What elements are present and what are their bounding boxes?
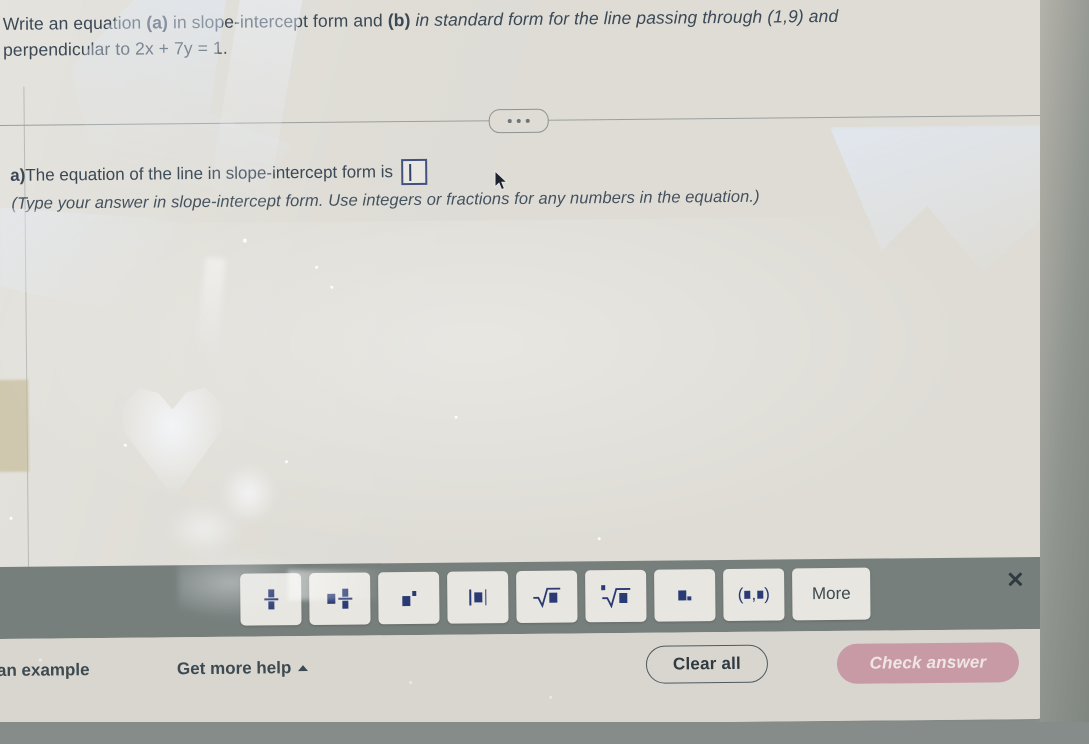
part-a-prompt: a) The equation of the line in slope-int…	[10, 158, 428, 189]
section-divider	[0, 104, 1046, 136]
screen-glare-blob-1	[219, 462, 278, 525]
square-root-icon	[532, 586, 562, 608]
absolute-value-icon	[469, 589, 487, 606]
homework-question-panel: Write an equation (a) in slope-intercept…	[0, 0, 1052, 730]
clear-all-button[interactable]: Clear all	[645, 644, 769, 684]
question-line2: perpendicular to 2x + 7y = 1.	[2, 37, 228, 60]
part-a-label: a)	[10, 165, 26, 185]
question-line1-mid: in slope-intercept form and	[167, 10, 388, 33]
screen-glare-streak	[195, 257, 226, 369]
keypad-fraction-button[interactable]	[240, 573, 302, 626]
get-more-help-link[interactable]: Get more help	[176, 658, 309, 679]
keypad-square-root-button[interactable]	[516, 570, 578, 624]
question-line1-post: in standard form for the line passing th…	[410, 5, 839, 31]
keypad-nth-root-button[interactable]	[585, 569, 647, 623]
keypad-subscript-button[interactable]	[654, 569, 716, 622]
view-an-example-link[interactable]: w an example	[0, 660, 90, 681]
desk-right-gutter	[1040, 0, 1089, 744]
keypad-more-button[interactable]: More	[792, 567, 871, 621]
desk-bottom-gutter	[0, 722, 1089, 744]
screen-glare-right	[830, 125, 1062, 327]
dot-1-icon	[507, 119, 512, 124]
question-line1-pre: Write an equation	[2, 12, 147, 34]
close-keypad-icon[interactable]: ✕	[1006, 567, 1025, 592]
screen-glare-heart-shape	[114, 378, 231, 499]
screen-glare-wash	[0, 214, 1051, 586]
keypad-ordered-pair-button[interactable]: (,)	[723, 568, 785, 622]
get-more-help-label: Get more help	[176, 658, 292, 679]
mixed-number-icon	[327, 588, 353, 609]
fraction-icon	[263, 589, 278, 610]
keypad-mixed-number-button[interactable]	[309, 572, 371, 626]
answer-format-hint: (Type your answer in slope-intercept for…	[11, 187, 760, 213]
subscript-icon	[678, 590, 692, 601]
text-caret	[408, 164, 412, 182]
math-keypad-band: (,) More	[0, 556, 1051, 640]
nth-root-icon	[600, 584, 632, 609]
exponent-icon	[401, 590, 416, 606]
screen-smudge-left	[0, 205, 180, 317]
dot-3-icon	[525, 118, 530, 123]
question-label-a: (a)	[146, 12, 169, 33]
keypad-absolute-value-button[interactable]	[447, 571, 509, 624]
math-keypad: (,) More	[240, 567, 871, 626]
ordered-pair-icon: (,)	[737, 584, 770, 604]
question-statement: Write an equation (a) in slope-intercept…	[3, 1, 1013, 63]
question-label-b: (b)	[387, 10, 411, 31]
dot-2-icon	[516, 118, 521, 123]
screen-edge-tan-patch	[0, 379, 30, 473]
keypad-exponent-button[interactable]	[378, 571, 440, 625]
photographed-screen: Write an equation (a) in slope-intercept…	[0, 0, 1089, 744]
part-a-text: The equation of the line in slope-interc…	[25, 162, 394, 185]
keypad-more-label: More	[811, 583, 851, 604]
more-options-dots-button[interactable]	[488, 108, 549, 134]
check-answer-button[interactable]: Check answer	[836, 642, 1020, 684]
screen-glare-blob-2	[167, 502, 242, 556]
chevron-up-icon	[298, 665, 309, 672]
answer-input-slope-intercept[interactable]	[400, 158, 428, 186]
footer-action-bar: w an example Get more help Clear all Che…	[0, 628, 1052, 730]
